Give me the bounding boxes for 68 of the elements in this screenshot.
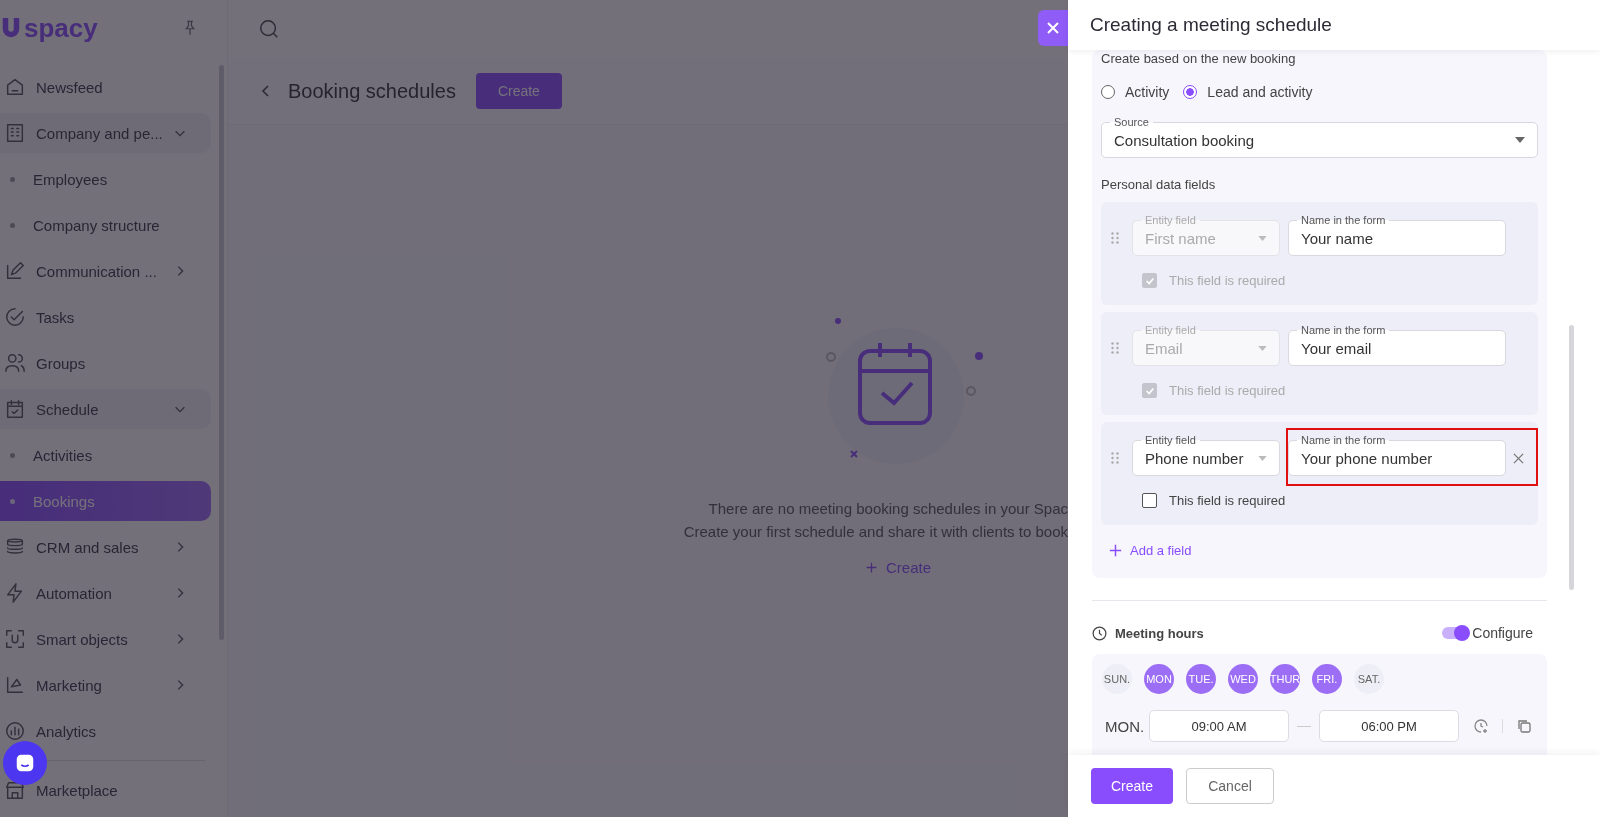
sidebar-item[interactable]: Marketing (0, 665, 211, 705)
start-time-field[interactable]: 09:00 AM (1149, 710, 1289, 742)
scan-frame-icon (4, 628, 26, 650)
house-icon (4, 76, 26, 98)
day-toggle[interactable]: TUE. (1186, 664, 1216, 694)
section-heading: Create based on the new booking (1101, 50, 1297, 68)
sidebar-subitem[interactable]: Bookings (0, 481, 211, 521)
sidebar-item[interactable]: Analytics (0, 711, 211, 751)
sidebar-item[interactable]: Automation (0, 573, 211, 613)
copy-icon[interactable] (1516, 718, 1532, 734)
radio-option[interactable]: Activity (1101, 84, 1170, 100)
sidebar-subitem[interactable]: Employees (0, 159, 211, 199)
bullet-icon (10, 222, 15, 228)
building-icon (4, 122, 26, 144)
drag-handle-icon[interactable] (1111, 452, 1119, 464)
search-icon[interactable] (258, 18, 280, 40)
dropdown-caret-icon (1258, 345, 1267, 351)
create-button[interactable]: Create (475, 73, 562, 109)
day-label: MON. (1104, 717, 1146, 735)
empty-message: Create your first schedule and share it with clients to book (683, 522, 1068, 542)
add-field-link[interactable]: Add a field (1109, 543, 1538, 558)
day-toggle[interactable]: MON (1144, 664, 1174, 694)
meeting-hours-title: Meeting hours (1115, 625, 1204, 641)
radio-option[interactable]: Lead and activity (1183, 84, 1313, 100)
sidebar-subitem[interactable]: Activities (0, 435, 211, 475)
bullet-icon (10, 176, 15, 182)
sidebar-item[interactable]: CRM and sales (0, 527, 211, 567)
dropdown-caret-icon (1258, 235, 1267, 241)
end-time-field[interactable]: 06:00 PM (1319, 710, 1459, 742)
logo-text: spacy (24, 12, 98, 44)
page-title: Booking schedules (288, 79, 456, 103)
sidebar-item[interactable]: Company and pe... (0, 113, 211, 153)
required-checkbox[interactable]: This field is required (1142, 493, 1538, 508)
chat-icon (14, 752, 36, 774)
plus-icon (1109, 544, 1122, 557)
day-toggle[interactable]: FRI. (1312, 664, 1342, 694)
people-icon (4, 352, 26, 374)
sidebar-item[interactable]: Marketplace (0, 770, 211, 810)
day-toggle[interactable]: SAT. (1354, 664, 1384, 694)
plus-icon (865, 561, 878, 574)
dropdown-caret-icon (1258, 455, 1267, 461)
sidebar-item[interactable]: Tasks (0, 297, 211, 337)
create-button[interactable]: Create (1091, 768, 1173, 804)
sidebar-subitem[interactable]: Company structure (0, 205, 211, 245)
empty-message: There are no meeting booking schedules in your Spac (707, 499, 1068, 519)
sidebar-item[interactable]: Smart objects (0, 619, 211, 659)
cancel-button[interactable]: Cancel (1186, 768, 1274, 804)
day-toggle[interactable]: SUN. (1102, 664, 1132, 694)
close-icon (1045, 20, 1061, 36)
clock-plus-icon[interactable] (1473, 718, 1489, 734)
store-icon (4, 779, 26, 801)
remove-icon[interactable] (1512, 452, 1524, 464)
close-button[interactable] (1038, 10, 1068, 46)
sidebar-item[interactable]: Newsfeed (0, 67, 211, 107)
sidebar-item[interactable]: Communication ... (0, 251, 211, 291)
day-toggle[interactable]: WED (1228, 664, 1258, 694)
panel-title: Creating a meeting schedule (1090, 14, 1332, 36)
bullet-icon (10, 498, 15, 504)
create-link[interactable]: Create (865, 559, 931, 576)
clock-icon (1092, 625, 1107, 641)
day-toggle[interactable]: THUR (1270, 664, 1300, 694)
sidebar-item[interactable]: Schedule (0, 389, 211, 429)
bullet-icon (10, 452, 15, 458)
personal-data-title: Personal data fields (1101, 177, 1217, 192)
configure-toggle[interactable]: Configure (1442, 625, 1533, 641)
calendar-check-icon (4, 398, 26, 420)
dropdown-caret-icon (1515, 137, 1525, 143)
sidebar-item[interactable]: Groups (0, 343, 211, 383)
